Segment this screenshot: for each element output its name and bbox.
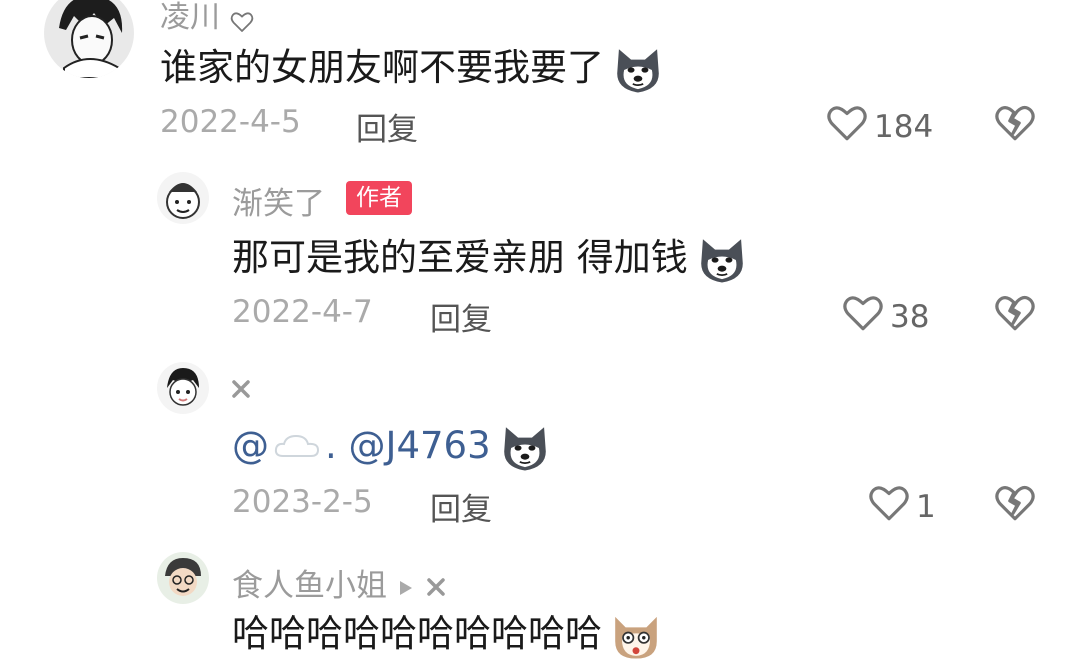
comment-text: 那可是我的至爱亲朋 得加钱 [232,232,748,286]
dislike-button[interactable] [994,102,1036,148]
heart-icon [826,102,868,152]
mention-link[interactable]: @ [232,424,269,467]
comment-text: 谁家的女朋友啊不要我要了 [160,42,664,96]
username[interactable]: 食人鱼小姐 [232,560,447,606]
username[interactable]: 凌川 [160,0,254,36]
author-badge: 作者 [346,181,412,215]
avatar[interactable] [157,362,209,414]
reply-button[interactable]: 回复 [430,294,492,339]
heart-outline-icon [230,7,254,31]
play-arrow-icon [397,570,415,606]
like-button[interactable]: 184 [826,102,933,152]
like-count: 1 [916,489,936,525]
reply-item: 渐笑了 作者 那可是我的至爱亲朋 得加钱 2022-4-7 回复 38 [0,170,1080,340]
husky-emoji-icon [696,234,748,286]
comment-date: 2022-4-7 [232,294,373,330]
comment-date: 2023-2-5 [232,484,373,520]
like-button[interactable]: 38 [842,292,929,342]
avatar[interactable] [157,552,209,604]
like-count: 184 [874,109,934,145]
username[interactable]: 渐笑了 [232,178,325,223]
x-mark-icon [230,374,252,407]
comment-text: 哈哈哈哈哈哈哈哈哈哈 [232,608,662,662]
like-button[interactable]: 1 [868,482,936,532]
like-count: 38 [890,299,930,335]
reply-item: @ . @J4763 2023-2-5 回复 1 [0,360,1080,530]
comment-item: 凌川 谁家的女朋友啊不要我要了 2022-4-5 回复 184 [0,0,1080,160]
heart-icon [868,482,910,532]
broken-heart-icon [994,102,1036,148]
avatar[interactable] [157,172,209,224]
reply-button[interactable]: 回复 [356,104,418,149]
comment-text: @ . @J4763 [232,420,551,474]
shocked-dog-emoji-icon [610,610,662,662]
reply-button[interactable]: 回复 [430,484,492,529]
husky-emoji-icon [499,422,551,474]
reply-item: 食人鱼小姐 哈哈哈哈哈哈哈哈哈哈 [0,550,1080,668]
broken-heart-icon [994,482,1036,528]
avatar[interactable] [44,0,134,78]
broken-heart-icon [994,292,1036,338]
dislike-button[interactable] [994,482,1036,528]
x-mark-icon [425,570,447,606]
username[interactable] [230,372,252,407]
cloud-icon [273,422,321,474]
comment-date: 2022-4-5 [160,104,301,140]
mention-link[interactable]: @J4763 [349,424,491,467]
dislike-button[interactable] [994,292,1036,338]
heart-icon [842,292,884,342]
husky-emoji-icon [612,44,664,96]
